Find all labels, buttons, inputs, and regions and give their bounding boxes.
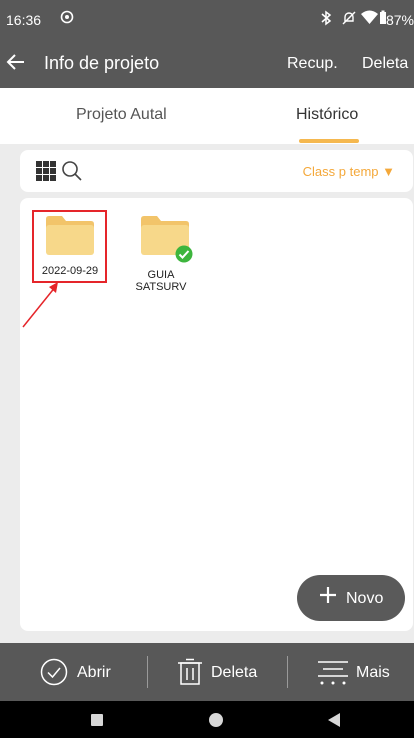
more-label: Mais xyxy=(356,664,390,681)
tab-bar: Projeto Autal Histórico xyxy=(0,88,414,144)
filter-bar: Class p temp ▼ xyxy=(20,150,413,192)
plus-icon xyxy=(317,583,339,611)
page-title: Info de projeto xyxy=(44,53,160,73)
open-label: Abrir xyxy=(77,664,111,681)
tab-current-project[interactable]: Projeto Autal xyxy=(76,106,167,124)
divider xyxy=(147,656,148,688)
divider xyxy=(287,656,288,688)
more-menu-icon xyxy=(318,660,348,691)
back-arrow-icon[interactable] xyxy=(4,50,28,79)
open-button[interactable]: Abrir xyxy=(40,643,120,701)
notification-icon xyxy=(60,10,74,27)
trash-icon xyxy=(177,658,203,691)
search-icon[interactable] xyxy=(60,159,84,183)
battery-percentage: 87% xyxy=(385,12,414,28)
app-toolbar: Info de projeto Recup. Deleta xyxy=(0,40,414,88)
folder-name-line-2: SATSURV xyxy=(135,281,187,293)
delete-button[interactable]: Deleta xyxy=(177,643,262,701)
bluetooth-icon xyxy=(320,10,332,29)
tab-history[interactable]: Histórico xyxy=(296,106,358,124)
folder-item[interactable]: GUIA SATSURV xyxy=(122,212,200,298)
active-tab-indicator xyxy=(299,139,359,143)
sort-dropdown[interactable]: Class p temp ▼ xyxy=(303,164,395,179)
selection-highlight xyxy=(32,210,107,283)
annotation-arrow xyxy=(20,278,62,335)
folder-name-line-1: GUIA xyxy=(147,269,175,281)
status-bar: 16:36 87% xyxy=(0,0,414,40)
mute-icon xyxy=(341,10,357,29)
back-button[interactable] xyxy=(328,713,340,727)
check-circle-icon xyxy=(40,658,68,691)
new-button-label: Novo xyxy=(346,590,384,607)
check-badge-icon xyxy=(175,245,193,266)
grid-view-icon[interactable] xyxy=(36,161,56,181)
new-project-button[interactable]: Novo xyxy=(297,575,405,621)
delete-label: Deleta xyxy=(211,664,258,681)
system-navigation-bar xyxy=(0,701,414,738)
status-time: 16:36 xyxy=(6,12,42,28)
recover-button[interactable]: Recup. xyxy=(287,55,338,73)
delete-project-button[interactable]: Deleta xyxy=(362,55,408,73)
wifi-icon xyxy=(361,10,378,28)
home-button[interactable] xyxy=(209,713,223,727)
file-grid: 2022-09-29 GUIA SATSURV xyxy=(20,198,413,631)
recents-button[interactable] xyxy=(91,714,103,726)
bottom-action-bar: Abrir Deleta Mais xyxy=(0,643,414,701)
more-button[interactable]: Mais xyxy=(318,643,396,701)
